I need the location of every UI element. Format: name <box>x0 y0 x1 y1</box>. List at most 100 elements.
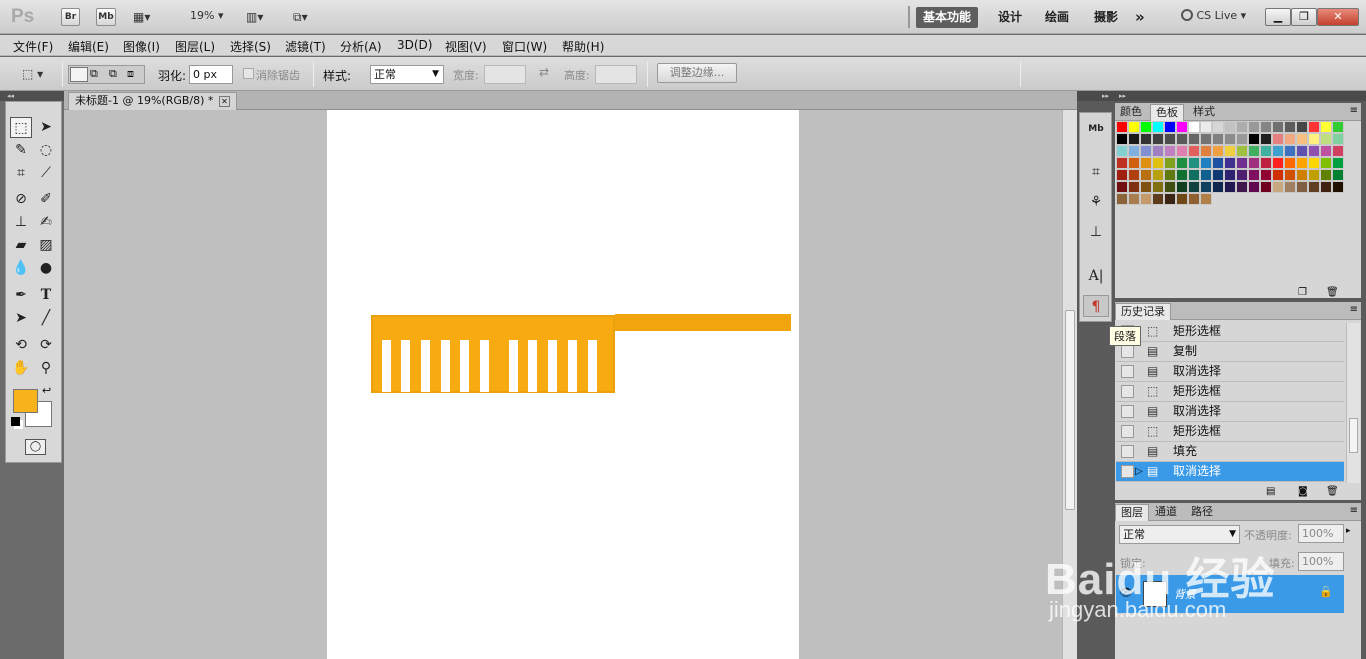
color-swatch[interactable] <box>1236 121 1248 133</box>
color-swatch[interactable] <box>1284 181 1296 193</box>
color-swatch[interactable] <box>1176 121 1188 133</box>
history-state[interactable]: ⬚ 矩形选框 <box>1116 322 1344 342</box>
history-source-checkbox[interactable] <box>1121 365 1134 378</box>
rectangular-marquee-tool-icon[interactable]: ⬚ <box>10 117 32 138</box>
path-selection-tool-icon[interactable]: ➤ <box>10 308 32 329</box>
type-tool-icon[interactable]: T <box>35 285 57 306</box>
color-swatch[interactable] <box>1200 193 1212 205</box>
color-swatch[interactable] <box>1152 133 1164 145</box>
color-swatch[interactable] <box>1308 121 1320 133</box>
fill-input[interactable]: 100% <box>1298 552 1344 571</box>
tab-layers[interactable]: 图层 <box>1115 504 1149 521</box>
color-swatch[interactable] <box>1332 145 1344 157</box>
panel-menu-icon[interactable]: ≡ <box>1350 105 1358 116</box>
style-select[interactable]: 正常 ▼ <box>370 65 444 84</box>
scrollbar-thumb[interactable] <box>1065 310 1075 510</box>
color-swatch[interactable] <box>1320 133 1332 145</box>
history-source-checkbox[interactable] <box>1121 445 1134 458</box>
history-scrollbar[interactable] <box>1346 323 1360 483</box>
color-swatch[interactable] <box>1116 193 1128 205</box>
history-state[interactable]: ▷ ▤ 取消选择 <box>1116 462 1344 482</box>
color-swatch[interactable] <box>1236 133 1248 145</box>
color-swatch[interactable] <box>1188 193 1200 205</box>
color-swatch[interactable] <box>1188 169 1200 181</box>
color-swatch[interactable] <box>1248 133 1260 145</box>
color-swatch[interactable] <box>1128 169 1140 181</box>
color-swatch[interactable] <box>1140 145 1152 157</box>
color-swatch[interactable] <box>1320 181 1332 193</box>
quick-mask-icon[interactable]: ◯ <box>25 439 46 455</box>
foreground-color-swatch[interactable] <box>13 389 38 413</box>
color-swatch[interactable] <box>1140 133 1152 145</box>
close-window-button[interactable]: ✕ <box>1317 8 1359 26</box>
menu-window[interactable]: 窗口(W) <box>502 38 547 55</box>
color-swatch[interactable] <box>1284 157 1296 169</box>
color-swatch[interactable] <box>1272 181 1284 193</box>
opacity-arrow-icon[interactable]: ▸ <box>1346 526 1351 536</box>
close-document-icon[interactable]: ✕ <box>218 96 230 107</box>
history-source-checkbox[interactable] <box>1121 345 1134 358</box>
menu-analysis[interactable]: 分析(A) <box>340 38 382 55</box>
color-swatch[interactable] <box>1188 121 1200 133</box>
cs-live-menu[interactable]: CS Live ▾ <box>1181 9 1246 22</box>
color-swatch[interactable] <box>1272 121 1284 133</box>
document-canvas[interactable] <box>327 110 799 659</box>
color-swatch[interactable] <box>1260 157 1272 169</box>
color-swatch[interactable] <box>1152 181 1164 193</box>
intersect-selection-icon[interactable]: ⧈ <box>127 67 134 81</box>
lasso-tool-icon[interactable]: ✎ <box>10 140 32 161</box>
new-document-from-state-icon[interactable]: ▤ <box>1266 486 1275 497</box>
arrange-documents-icon[interactable]: ▥▾ <box>246 8 263 26</box>
tool-presets-icon[interactable]: ⊥ <box>1083 221 1109 243</box>
color-swatch[interactable] <box>1200 121 1212 133</box>
delete-swatch-icon[interactable]: 🗑 <box>1326 287 1339 298</box>
color-swatch[interactable] <box>1296 181 1308 193</box>
menu-select[interactable]: 选择(S) <box>230 38 271 55</box>
color-swatch[interactable] <box>1284 169 1296 181</box>
menu-help[interactable]: 帮助(H) <box>562 38 604 55</box>
clone-source-icon[interactable]: ⚘ <box>1083 191 1109 213</box>
history-brush-tool-icon[interactable]: ✍ <box>35 212 57 233</box>
color-swatch[interactable] <box>1260 145 1272 157</box>
swap-colors-icon[interactable]: ↩ <box>42 384 51 397</box>
history-state[interactable]: ⬚ 矩形选框 <box>1116 422 1344 442</box>
color-swatch[interactable] <box>1224 133 1236 145</box>
workspace-design[interactable]: 设计 <box>991 7 1029 28</box>
color-swatch[interactable] <box>1332 169 1344 181</box>
history-source-checkbox[interactable] <box>1121 465 1134 478</box>
color-swatch[interactable] <box>1116 157 1128 169</box>
color-swatch[interactable] <box>1308 157 1320 169</box>
clone-stamp-tool-icon[interactable]: ⊥ <box>10 212 32 233</box>
color-swatch[interactable] <box>1140 169 1152 181</box>
color-swatch[interactable] <box>1272 145 1284 157</box>
color-swatch[interactable] <box>1308 181 1320 193</box>
antialias-checkbox[interactable] <box>243 68 254 79</box>
color-swatch[interactable] <box>1188 133 1200 145</box>
launch-bridge-button[interactable]: Br <box>61 8 80 26</box>
color-swatch[interactable] <box>1212 169 1224 181</box>
color-swatch[interactable] <box>1296 121 1308 133</box>
menu-image[interactable]: 图像(I) <box>123 38 160 55</box>
opacity-input[interactable]: 100% <box>1298 524 1344 543</box>
color-swatch[interactable] <box>1224 169 1236 181</box>
color-swatch[interactable] <box>1296 157 1308 169</box>
menu-file[interactable]: 文件(F) <box>13 38 53 55</box>
color-swatch[interactable] <box>1320 169 1332 181</box>
swap-width-height-icon[interactable]: ⇄ <box>539 65 549 79</box>
history-state[interactable]: ▤ 复制 <box>1116 342 1344 362</box>
color-swatch[interactable] <box>1116 133 1128 145</box>
panel-dock-header[interactable]: ▸▸ <box>1115 91 1366 101</box>
history-state[interactable]: ▤ 取消选择 <box>1116 402 1344 422</box>
eraser-tool-icon[interactable]: ▰ <box>10 235 32 256</box>
color-swatch[interactable] <box>1236 145 1248 157</box>
color-swatch[interactable] <box>1224 181 1236 193</box>
color-swatch[interactable] <box>1176 157 1188 169</box>
color-swatch[interactable] <box>1272 157 1284 169</box>
color-swatch[interactable] <box>1308 169 1320 181</box>
color-swatch[interactable] <box>1236 169 1248 181</box>
color-swatch[interactable] <box>1176 181 1188 193</box>
color-swatch[interactable] <box>1128 145 1140 157</box>
add-to-selection-icon[interactable]: ⧉ <box>90 67 98 81</box>
color-swatch[interactable] <box>1212 133 1224 145</box>
color-swatch[interactable] <box>1224 145 1236 157</box>
